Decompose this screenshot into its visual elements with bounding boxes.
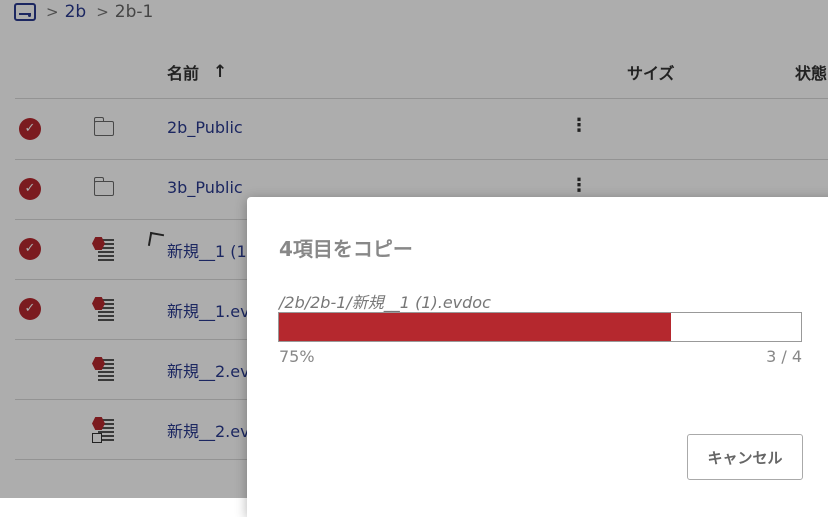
progress-bar-fill [279,313,671,341]
cancel-button[interactable]: キャンセル [687,434,803,480]
progress-count: 3 / 4 [766,347,802,366]
progress-bar [278,312,802,342]
dialog-title: 4項目をコピー [279,237,413,261]
copy-progress-dialog: 4項目をコピー /2b/2b-1/新規__1 (1).evdoc 75% 3 /… [247,197,828,517]
progress-percent: 75% [279,347,315,366]
current-file-path: /2b/2b-1/新規__1 (1).evdoc [279,293,491,312]
